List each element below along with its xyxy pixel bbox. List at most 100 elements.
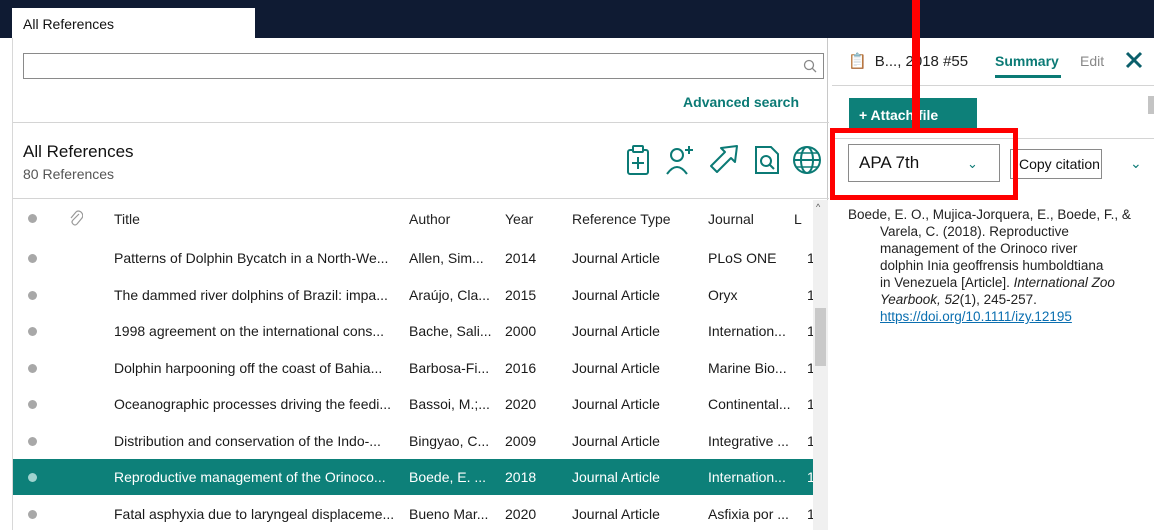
row-title: Oceanographic processes driving the feed… [114, 396, 392, 412]
row-type: Journal Article [572, 286, 660, 303]
citation-line: Boede, E. O., Mujica-Jorquera, E., Boede… [848, 207, 1131, 222]
row-author: Araújo, Cla... [409, 286, 490, 303]
reference-summary-panel: 📋 B..., 2018 #55 Summary Edit + Attach fi… [832, 38, 1154, 530]
row-author: Bueno Mar... [409, 505, 489, 522]
search-icon[interactable] [802, 58, 818, 74]
row-author: Boede, E. ... [409, 469, 487, 485]
highlight-arrow [912, 0, 920, 128]
clipboard-add-icon[interactable] [623, 142, 655, 178]
journal-volume: Yearbook, 52 [880, 292, 960, 307]
table-header: Title Author Year Reference Type Journal… [13, 200, 813, 236]
row-author: Bassoi, M.;... [409, 396, 490, 412]
title-bar: All References [0, 0, 1154, 38]
table-row[interactable]: Patterns of Dolphin Bycatch in a North-W… [13, 240, 815, 276]
scrollbar-thumb[interactable] [815, 308, 826, 366]
row-year: 2015 [505, 286, 537, 303]
row-type: Journal Article [572, 396, 660, 412]
row-type: Journal Article [572, 432, 660, 449]
row-type: Journal Article [572, 359, 660, 376]
row-journal: Continental... [708, 396, 791, 412]
export-arrow-icon[interactable] [707, 142, 739, 178]
close-icon[interactable] [1122, 48, 1146, 72]
add-person-icon[interactable] [665, 142, 697, 178]
panel-scrollbar[interactable] [1148, 96, 1154, 114]
citation-line: in Venezuela [Article]. International Zo… [848, 274, 1148, 291]
formatted-citation: Boede, E. O., Mujica-Jorquera, E., Boede… [848, 206, 1148, 325]
column-author[interactable]: Author [409, 211, 450, 227]
table-row[interactable]: Fatal asphyxia due to laryngeal displace… [13, 496, 815, 530]
tab-summary[interactable]: Summary [995, 53, 1059, 69]
doi-link[interactable]: https://doi.org/10.1111/izy.12195 [848, 308, 1148, 325]
globe-icon[interactable] [791, 142, 823, 178]
row-author: Bingyao, C... [409, 432, 490, 449]
column-year[interactable]: Year [505, 211, 533, 227]
row-author: Bache, Sali... [409, 323, 492, 339]
table-row[interactable]: Dolphin harpooning off the coast of Bahi… [13, 350, 815, 386]
row-year: 2009 [505, 432, 537, 449]
column-journal[interactable]: Journal [708, 211, 754, 227]
scroll-up-icon[interactable]: ^ [816, 202, 820, 212]
row-author: Allen, Sim... [409, 250, 484, 266]
tab-edit[interactable]: Edit [1080, 53, 1104, 69]
row-journal: Internation... [708, 323, 786, 339]
row-journal: Integrative ... [708, 432, 789, 449]
row-type: Journal Article [572, 505, 660, 522]
citation-text: (1), 245-257. [959, 292, 1037, 307]
journal-name: International Zoo [1013, 275, 1115, 290]
highlight-box [830, 128, 1018, 200]
search-input[interactable] [23, 53, 824, 79]
active-tab-underline [995, 75, 1061, 78]
divider [13, 198, 829, 199]
unread-dot-icon [28, 400, 37, 409]
reference-label: B..., 2018 #55 [874, 53, 969, 70]
row-author: Barbosa-Fi... [409, 359, 490, 376]
table-row[interactable]: The dammed river dolphins of Brazil: imp… [13, 277, 815, 313]
table-row[interactable]: Oceanographic processes driving the feed… [13, 386, 815, 422]
row-title: Fatal asphyxia due to laryngeal displace… [114, 505, 395, 522]
row-title: Dolphin harpooning off the coast of Bahi… [114, 359, 383, 376]
tab-all-references[interactable]: All References [12, 8, 255, 38]
table-row-selected[interactable]: Reproductive management of the Orinoco..… [13, 459, 815, 495]
unread-dot-icon [28, 327, 37, 336]
row-journal: Marine Bio... [708, 359, 787, 376]
row-title: The dammed river dolphins of Brazil: imp… [114, 286, 388, 303]
row-title: Distribution and conservation of the Ind… [114, 432, 381, 449]
row-title: Reproductive management of the Orinoco..… [114, 469, 386, 485]
table-row[interactable]: 1998 agreement on the international cons… [13, 313, 815, 349]
row-type: Journal Article [572, 323, 660, 339]
divider [832, 85, 1154, 86]
column-title[interactable]: Title [114, 211, 140, 227]
divider [13, 122, 829, 123]
reference-list-pane: Advanced search All References 80 Refere… [12, 38, 829, 530]
unread-dot-icon [28, 254, 37, 263]
citation-line: dolphin Inia geoffrensis humboldtiana [880, 258, 1104, 273]
row-journal: Oryx [708, 286, 738, 303]
row-type: Journal Article [572, 250, 660, 266]
row-journal: Internation... [708, 469, 786, 485]
read-status-column-icon[interactable] [28, 214, 37, 223]
row-year: 2016 [505, 359, 537, 376]
row-year: 2014 [505, 250, 537, 266]
library-title: All References [23, 142, 134, 161]
row-title: Patterns of Dolphin Bycatch in a North-W… [114, 250, 389, 266]
unread-dot-icon [28, 436, 37, 446]
table-scrollbar[interactable]: ^ [813, 200, 828, 530]
table-row[interactable]: Distribution and conservation of the Ind… [13, 423, 815, 459]
chevron-down-icon[interactable]: ⌄ [1130, 155, 1142, 172]
advanced-search-link[interactable]: Advanced search [683, 94, 799, 110]
unread-dot-icon [28, 509, 37, 519]
paperclip-icon[interactable] [69, 209, 84, 230]
row-year: 2000 [505, 323, 537, 339]
find-pdf-icon[interactable] [751, 142, 783, 178]
column-l[interactable]: L [794, 211, 802, 227]
citation-line: management of the Orinoco river [880, 241, 1078, 256]
panel-reference-title: 📋 B..., 2018 #55 [848, 52, 968, 70]
citation-text: in Venezuela [Article]. [880, 275, 1014, 290]
unread-dot-icon [28, 363, 37, 373]
citation-line: Varela, C. (2018). Reproductive [880, 224, 1069, 239]
row-year: 2020 [505, 505, 537, 522]
unread-dot-icon [28, 290, 37, 300]
copy-citation-button[interactable]: Copy citation [1010, 149, 1102, 179]
row-year: 2018 [505, 469, 537, 485]
column-reference-type[interactable]: Reference Type [572, 211, 671, 227]
